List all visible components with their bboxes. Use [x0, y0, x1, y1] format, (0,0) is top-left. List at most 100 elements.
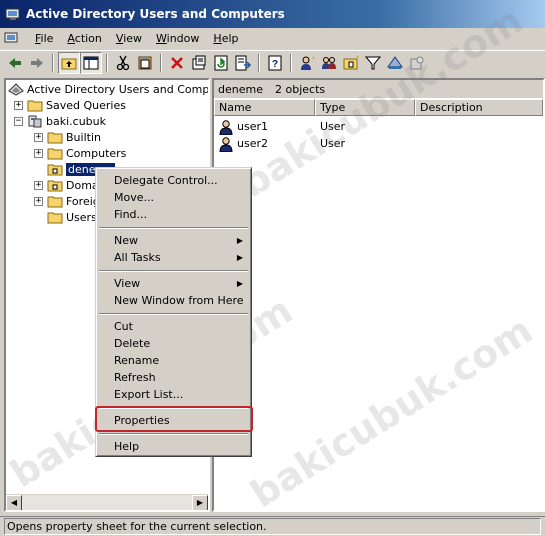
tree-item-domain-controllers[interactable]: + Doma	[34, 177, 99, 193]
copy-button[interactable]	[134, 52, 156, 74]
menu-item-delete[interactable]: Delete	[98, 335, 249, 352]
help-button[interactable]: ?	[264, 52, 286, 74]
details-pane[interactable]: deneme 2 objects Name Type Description u…	[212, 78, 545, 512]
new-ou-button[interactable]: *	[340, 52, 362, 74]
submenu-arrow-icon: ▶	[236, 253, 243, 262]
current-container-label: deneme	[218, 82, 263, 96]
refresh-button[interactable]	[210, 52, 232, 74]
list-item-user1[interactable]: user1 User	[218, 118, 538, 135]
menu-item-rename[interactable]: Rename	[98, 352, 249, 369]
collapse-icon[interactable]: −	[14, 116, 23, 126]
tree-label-builtin: Builtin	[66, 130, 101, 144]
status-bar: Opens property sheet for the current sel…	[0, 516, 545, 536]
column-header-description[interactable]: Description	[415, 99, 543, 116]
menu-item-new[interactable]: New ▶	[98, 232, 249, 249]
organizational-unit-icon	[47, 180, 63, 192]
tree-item-domain[interactable]: − baki.cubuk	[14, 113, 106, 129]
tree-item-saved-queries[interactable]: + Saved Queries	[14, 97, 126, 113]
menu-item-new-window[interactable]: New Window from Here	[98, 292, 249, 309]
filter-button[interactable]	[362, 52, 384, 74]
menu-item-find[interactable]: Find...	[98, 206, 249, 223]
tree-horizontal-scrollbar[interactable]: ◀ ▶	[6, 494, 208, 510]
menu-item-view[interactable]: View ▶	[98, 275, 249, 292]
window-title: Active Directory Users and Computers	[26, 7, 285, 21]
menu-separator	[99, 433, 248, 435]
tree-item-users[interactable]: Users	[47, 209, 97, 225]
new-ou-icon: *	[343, 55, 359, 69]
menu-view[interactable]: View	[109, 32, 149, 45]
refresh-icon	[214, 55, 228, 70]
ad-users-computers-icon	[8, 83, 24, 96]
up-one-level-button[interactable]	[58, 51, 80, 74]
title-bar: Active Directory Users and Computers	[0, 0, 545, 28]
export-list-icon	[235, 55, 251, 70]
menu-item-export-list[interactable]: Export List...	[98, 386, 249, 403]
menu-window[interactable]: Window	[149, 32, 206, 45]
menu-item-help[interactable]: Help	[98, 438, 249, 455]
tree-item-foreign-security-principals[interactable]: + Foreig	[34, 193, 100, 209]
submenu-arrow-icon: ▶	[236, 236, 243, 245]
copy-icon	[138, 55, 152, 69]
list-item-user2[interactable]: user2 User	[218, 135, 538, 152]
expand-icon[interactable]: +	[34, 180, 43, 190]
menu-item-all-tasks[interactable]: All Tasks ▶	[98, 249, 249, 266]
expand-icon[interactable]: +	[14, 100, 23, 110]
delete-button[interactable]	[166, 52, 188, 74]
back-icon	[9, 57, 21, 68]
back-button[interactable]	[4, 52, 26, 74]
menu-item-delegate-control[interactable]: Delegate Control...	[98, 172, 249, 189]
column-header-name[interactable]: Name	[214, 99, 315, 116]
forward-icon	[31, 57, 43, 68]
svg-text:*: *	[356, 55, 359, 62]
mmc-console-icon[interactable]	[4, 31, 22, 45]
toolbar-separator	[106, 53, 108, 72]
new-user-button[interactable]: *	[296, 52, 318, 74]
cut-button[interactable]	[112, 52, 134, 74]
menu-file[interactable]: File	[28, 32, 60, 45]
column-header-type[interactable]: Type	[315, 99, 415, 116]
tree-label-users: Users	[66, 210, 97, 224]
folder-icon	[47, 132, 63, 144]
menu-action[interactable]: Action	[60, 32, 108, 45]
properties-icon	[192, 55, 206, 69]
expand-icon[interactable]: +	[34, 196, 43, 206]
menu-item-move[interactable]: Move...	[98, 189, 249, 206]
app-icon	[5, 8, 20, 20]
folder-icon	[47, 148, 63, 160]
tree-item-builtin[interactable]: + Builtin	[34, 129, 101, 145]
properties-button[interactable]	[188, 52, 210, 74]
menu-help[interactable]: Help	[206, 32, 245, 45]
expand-icon[interactable]: +	[34, 148, 43, 158]
find-icon	[387, 55, 403, 69]
menu-item-cut[interactable]: Cut	[98, 318, 249, 335]
menu-item-refresh[interactable]: Refresh	[98, 369, 249, 386]
filter-icon	[365, 56, 381, 69]
toolbar: ? * *	[0, 50, 545, 74]
scroll-left-button[interactable]: ◀	[6, 495, 22, 510]
tree-label-computers: Computers	[66, 146, 127, 160]
scroll-right-button[interactable]: ▶	[192, 495, 208, 510]
show-hide-tree-button[interactable]	[80, 51, 102, 74]
folder-icon	[27, 100, 43, 112]
add-to-group-button[interactable]	[406, 52, 428, 74]
tree-root[interactable]: Active Directory Users and Computer	[8, 81, 208, 97]
find-button[interactable]	[384, 52, 406, 74]
export-list-button[interactable]	[232, 52, 254, 74]
menu-separator	[99, 227, 248, 229]
svg-text:?: ?	[272, 59, 278, 70]
expand-icon[interactable]: +	[34, 132, 43, 142]
forward-button[interactable]	[26, 52, 48, 74]
organizational-unit-icon	[47, 164, 63, 176]
toolbar-separator	[258, 53, 260, 72]
object-count-label: 2 objects	[274, 82, 326, 96]
domain-icon	[28, 115, 42, 128]
toolbar-separator	[52, 53, 54, 72]
menu-separator	[99, 270, 248, 272]
cut-icon	[116, 55, 130, 70]
tree-label-domain-controllers: Doma	[66, 178, 99, 192]
folder-icon	[47, 212, 63, 224]
tree-item-computers[interactable]: + Computers	[34, 145, 126, 161]
new-group-button[interactable]	[318, 52, 340, 74]
new-user-icon: *	[301, 55, 315, 70]
description-bar: deneme 2 objects	[214, 80, 543, 98]
